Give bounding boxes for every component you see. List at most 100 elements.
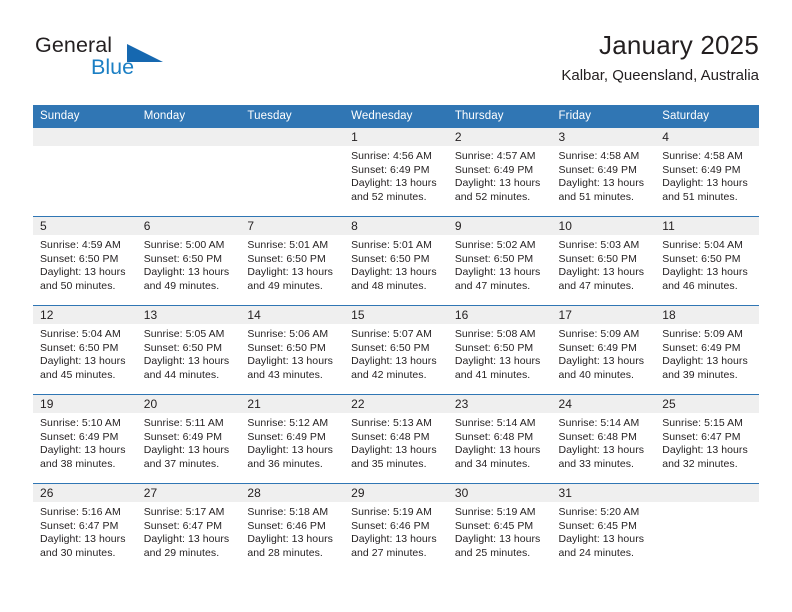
calendar-day-cell[interactable]: 27 Sunrise: 5:17 AM Sunset: 6:47 PM Dayligh…	[136, 483, 241, 572]
calendar-day-cell[interactable]: 3 Sunrise: 4:58 AM Sunset: 6:49 PM Daylight…	[551, 128, 656, 217]
calendar-day-cell[interactable]: 5 Sunrise: 4:59 AM Sunset: 6:50 PM Daylight…	[33, 216, 137, 306]
day-cell-inner	[136, 128, 241, 216]
logo-text-blue: Blue	[91, 55, 135, 79]
calendar-day-cell[interactable]: 12 Sunrise: 5:04 AM Sunset: 6:50 PM Dayligh…	[33, 305, 137, 395]
day-details: Sunrise: 4:57 AM Sunset: 6:49 PM Daylight:…	[448, 146, 552, 204]
sunrise-time: Sunrise: 4:58 AM	[662, 150, 743, 162]
day-number: 27	[136, 484, 241, 502]
day-cell-inner: 20 Sunrise: 5:11 AM Sunset: 6:49 PM Dayligh…	[136, 395, 241, 483]
calendar-day-cell[interactable]: 16 Sunrise: 5:08 AM Sunset: 6:50 PM Dayligh…	[447, 305, 552, 395]
day-number: 10	[551, 217, 656, 235]
calendar-day-cell[interactable]: 22 Sunrise: 5:13 AM Sunset: 6:48 PM Dayligh…	[344, 394, 448, 484]
daylight-duration-line2: and 48 minutes.	[351, 279, 427, 292]
daylight-duration-line2: and 34 minutes.	[454, 457, 531, 470]
day-details: Sunrise: 4:56 AM Sunset: 6:49 PM Daylight:…	[344, 146, 448, 204]
sunrise-time: Sunrise: 5:03 AM	[558, 239, 640, 251]
daylight-duration-line1: Daylight: 13 hours	[662, 355, 748, 368]
calendar-day-cell[interactable]: 15 Sunrise: 5:07 AM Sunset: 6:50 PM Dayligh…	[344, 305, 448, 395]
calendar-day-cell-empty	[33, 128, 137, 217]
calendar-day-cell[interactable]: 21 Sunrise: 5:12 AM Sunset: 6:49 PM Dayligh…	[240, 394, 345, 484]
daylight-duration-line2: and 41 minutes.	[454, 368, 531, 381]
calendar-day-cell[interactable]: 19 Sunrise: 5:10 AM Sunset: 6:49 PM Dayligh…	[33, 394, 137, 484]
daylight-duration-line2: and 40 minutes.	[558, 368, 634, 381]
day-number: 30	[447, 484, 552, 502]
sunrise-time: Sunrise: 5:14 AM	[558, 417, 640, 429]
calendar-day-cell[interactable]: 10 Sunrise: 5:03 AM Sunset: 6:50 PM Dayligh…	[551, 216, 656, 306]
day-number	[240, 128, 345, 146]
calendar-day-cell[interactable]: 20 Sunrise: 5:11 AM Sunset: 6:49 PM Dayligh…	[136, 394, 241, 484]
calendar-week-row: 12 Sunrise: 5:04 AM Sunset: 6:50 PM Dayligh…	[33, 305, 759, 395]
daylight-duration-line2: and 38 minutes.	[40, 457, 116, 470]
calendar-day-cell[interactable]: 1 Sunrise: 4:56 AM Sunset: 6:49 PM Daylight…	[344, 128, 448, 217]
daylight-duration-line2: and 45 minutes.	[40, 368, 116, 381]
calendar-day-cell[interactable]: 26 Sunrise: 5:16 AM Sunset: 6:47 PM Dayligh…	[33, 483, 137, 572]
day-cell-inner: 21 Sunrise: 5:12 AM Sunset: 6:49 PM Dayligh…	[240, 395, 345, 483]
weekday-header-saturday: Saturday	[655, 105, 759, 128]
daylight-duration-line2: and 30 minutes.	[40, 546, 116, 559]
calendar-day-cell-empty	[240, 128, 345, 217]
calendar-week-row: 19 Sunrise: 5:10 AM Sunset: 6:49 PM Dayligh…	[33, 394, 759, 484]
sunrise-time: Sunrise: 5:16 AM	[40, 506, 121, 518]
daylight-duration-line1: Daylight: 13 hours	[558, 533, 645, 546]
daylight-duration-line1: Daylight: 13 hours	[143, 533, 230, 546]
day-number: 23	[447, 395, 552, 413]
calendar-day-cell[interactable]: 31 Sunrise: 5:20 AM Sunset: 6:45 PM Dayligh…	[551, 483, 656, 572]
calendar-day-cell[interactable]: 13 Sunrise: 5:05 AM Sunset: 6:50 PM Dayligh…	[136, 305, 241, 395]
day-details: Sunrise: 5:09 AM Sunset: 6:49 PM Daylight:…	[655, 324, 759, 382]
day-details: Sunrise: 5:10 AM Sunset: 6:49 PM Daylight:…	[33, 413, 137, 471]
daylight-duration-line2: and 36 minutes.	[247, 457, 323, 470]
sunrise-time: Sunrise: 4:59 AM	[40, 239, 121, 251]
daylight-duration-line1: Daylight: 13 hours	[351, 533, 437, 546]
calendar-day-cell[interactable]: 9 Sunrise: 5:02 AM Sunset: 6:50 PM Daylight…	[447, 216, 552, 306]
calendar-day-cell[interactable]: 30 Sunrise: 5:19 AM Sunset: 6:45 PM Dayligh…	[447, 483, 552, 572]
day-number: 31	[551, 484, 656, 502]
general-blue-logo[interactable]: General Blue	[33, 32, 213, 90]
calendar-day-cell[interactable]: 18 Sunrise: 5:09 AM Sunset: 6:49 PM Dayligh…	[655, 305, 759, 395]
sunrise-time: Sunrise: 5:06 AM	[247, 328, 329, 340]
day-cell-inner: 29 Sunrise: 5:19 AM Sunset: 6:46 PM Dayligh…	[344, 484, 448, 572]
day-number: 11	[655, 217, 759, 235]
day-details: Sunrise: 5:16 AM Sunset: 6:47 PM Daylight:…	[33, 502, 137, 560]
calendar-day-cell[interactable]: 25 Sunrise: 5:15 AM Sunset: 6:47 PM Dayligh…	[655, 394, 759, 484]
daylight-duration-line2: and 37 minutes.	[143, 457, 220, 470]
calendar-day-cell[interactable]: 23 Sunrise: 5:14 AM Sunset: 6:48 PM Dayligh…	[447, 394, 552, 484]
daylight-duration-line1: Daylight: 13 hours	[454, 266, 541, 279]
calendar-day-cell[interactable]: 28 Sunrise: 5:18 AM Sunset: 6:46 PM Dayligh…	[240, 483, 345, 572]
sunrise-time: Sunrise: 5:09 AM	[558, 328, 640, 340]
daylight-duration-line2: and 46 minutes.	[662, 279, 738, 292]
day-cell-inner: 25 Sunrise: 5:15 AM Sunset: 6:47 PM Dayligh…	[655, 395, 759, 483]
sunrise-time: Sunrise: 5:20 AM	[558, 506, 640, 518]
day-cell-inner: 26 Sunrise: 5:16 AM Sunset: 6:47 PM Dayligh…	[33, 484, 137, 572]
sunset-time: Sunset: 6:50 PM	[351, 341, 430, 354]
sunset-time: Sunset: 6:50 PM	[662, 252, 741, 265]
calendar-day-cell[interactable]: 24 Sunrise: 5:14 AM Sunset: 6:48 PM Dayligh…	[551, 394, 656, 484]
calendar-day-cell[interactable]: 14 Sunrise: 5:06 AM Sunset: 6:50 PM Dayligh…	[240, 305, 345, 395]
day-details: Sunrise: 5:11 AM Sunset: 6:49 PM Daylight:…	[137, 413, 241, 471]
calendar-day-cell[interactable]: 4 Sunrise: 4:58 AM Sunset: 6:49 PM Daylight…	[655, 128, 759, 217]
calendar-day-cell[interactable]: 7 Sunrise: 5:01 AM Sunset: 6:50 PM Daylight…	[240, 216, 345, 306]
daylight-duration-line2: and 52 minutes.	[454, 190, 531, 203]
weekday-header-tuesday: Tuesday	[240, 105, 345, 128]
day-details: Sunrise: 5:00 AM Sunset: 6:50 PM Daylight:…	[137, 235, 241, 293]
calendar-day-cell[interactable]: 17 Sunrise: 5:09 AM Sunset: 6:49 PM Dayligh…	[551, 305, 656, 395]
calendar-day-cell[interactable]: 11 Sunrise: 5:04 AM Sunset: 6:50 PM Dayligh…	[655, 216, 759, 306]
daylight-duration-line2: and 47 minutes.	[558, 279, 634, 292]
daylight-duration-line1: Daylight: 13 hours	[143, 355, 230, 368]
calendar-day-cell[interactable]: 29 Sunrise: 5:19 AM Sunset: 6:46 PM Dayligh…	[344, 483, 448, 572]
calendar-day-cell[interactable]: 2 Sunrise: 4:57 AM Sunset: 6:49 PM Daylight…	[447, 128, 552, 217]
day-cell-inner: 1 Sunrise: 4:56 AM Sunset: 6:49 PM Daylight…	[344, 128, 448, 216]
sunset-time: Sunset: 6:47 PM	[40, 519, 119, 532]
daylight-duration-line1: Daylight: 13 hours	[662, 177, 748, 190]
day-cell-inner: 7 Sunrise: 5:01 AM Sunset: 6:50 PM Daylight…	[240, 217, 345, 305]
day-cell-inner: 30 Sunrise: 5:19 AM Sunset: 6:45 PM Dayligh…	[447, 484, 552, 572]
daylight-duration-line1: Daylight: 13 hours	[662, 266, 748, 279]
title-block: January 2025 Kalbar, Queensland, Austral…	[561, 28, 759, 87]
daylight-duration-line1: Daylight: 13 hours	[351, 355, 437, 368]
day-cell-inner: 28 Sunrise: 5:18 AM Sunset: 6:46 PM Dayligh…	[240, 484, 345, 572]
sunset-time: Sunset: 6:48 PM	[454, 430, 534, 443]
calendar-day-cell[interactable]: 6 Sunrise: 5:00 AM Sunset: 6:50 PM Daylight…	[136, 216, 241, 306]
weekday-header-wednesday: Wednesday	[344, 105, 448, 128]
sunset-time: Sunset: 6:50 PM	[558, 252, 637, 265]
calendar-day-cell[interactable]: 8 Sunrise: 5:01 AM Sunset: 6:50 PM Daylight…	[344, 216, 448, 306]
day-details: Sunrise: 5:03 AM Sunset: 6:50 PM Daylight:…	[552, 235, 656, 293]
